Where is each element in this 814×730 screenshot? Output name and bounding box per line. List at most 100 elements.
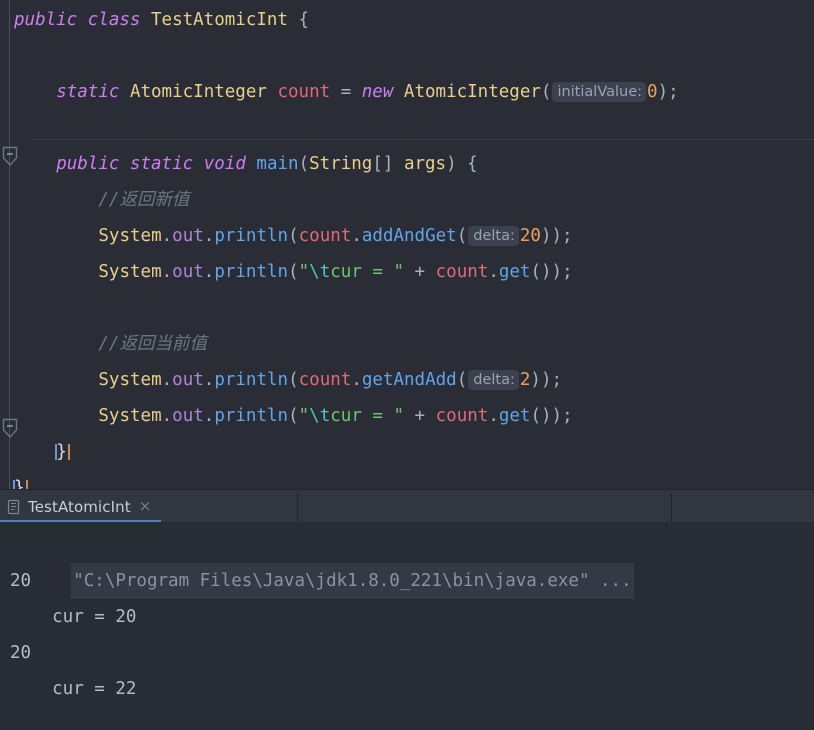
code-token: static (56, 82, 120, 102)
code-token: + (404, 262, 436, 282)
code-token: println (214, 262, 289, 282)
code-token: ); (657, 82, 679, 102)
run-tab-label: TestAtomicInt (28, 497, 131, 516)
code-token: . (488, 406, 499, 426)
code-token: . (351, 370, 362, 390)
code-token: ()); (530, 262, 573, 282)
code-line: System.out.println(count.addAndGet(delta… (98, 218, 573, 254)
close-icon[interactable]: × (139, 499, 152, 514)
console-output-line: cur = 22 (10, 679, 137, 699)
code-token: get (498, 262, 531, 282)
code-token: + (404, 406, 436, 426)
code-token: AtomicInteger (403, 82, 541, 102)
tabbar-divider-1 (297, 493, 298, 523)
code-token: count (298, 370, 352, 390)
code-token: println (214, 226, 289, 246)
console-output-line: 20 (10, 571, 32, 591)
code-token: " (298, 262, 310, 282)
code-token: args (403, 154, 447, 174)
code-line: public static void main(String[] args) { (56, 146, 478, 182)
code-token: [] (372, 154, 404, 174)
code-token: count (435, 262, 489, 282)
code-line: public class TestAtomicInt { (14, 2, 309, 38)
code-token: AtomicInteger (129, 82, 267, 102)
code-token: getAndAdd (361, 370, 457, 390)
code-token: \t (309, 262, 331, 282)
code-token: . (203, 370, 215, 390)
parameter-hint-badge: delta: (468, 226, 519, 246)
code-token: 2 (519, 370, 531, 390)
run-tab-testatomicint[interactable]: TestAtomicInt × (0, 490, 162, 523)
code-token: )); (540, 226, 573, 246)
code-token: public (56, 154, 120, 174)
code-token: String (309, 154, 373, 174)
code-token: ()); (530, 406, 573, 426)
code-token: count (435, 406, 489, 426)
code-token: 20 (519, 226, 541, 246)
code-line: } (56, 434, 67, 470)
code-line: System.out.println("\tcur = " + count.ge… (98, 398, 572, 434)
console-output-line: 20 (10, 643, 32, 663)
code-token: " (298, 406, 310, 426)
code-token: out (172, 406, 204, 426)
code-token: public (14, 10, 78, 30)
code-token: \t (309, 406, 331, 426)
code-token: System (98, 406, 162, 426)
code-token: static (129, 154, 194, 174)
code-token: count (298, 226, 352, 246)
console-command-line: "C:\Program Files\Java\jdk1.8.0_221\bin\… (8, 527, 634, 599)
code-token: ( (288, 226, 299, 246)
code-line: //返回新值 (98, 182, 189, 218)
matched-brace: } (14, 478, 25, 489)
code-token: ( (456, 226, 468, 246)
code-line: System.out.println(count.getAndAdd(delta… (98, 362, 562, 398)
code-token: System (98, 226, 162, 246)
parameter-hint-badge: initialValue: (552, 82, 647, 102)
code-token: { (287, 10, 310, 30)
code-line: System.out.println("\tcur = " + count.ge… (98, 254, 572, 290)
code-token: . (203, 262, 215, 282)
ide-window: public class TestAtomicInt { static Atomi… (0, 0, 814, 730)
code-token: main (256, 154, 299, 174)
code-token: ( (540, 82, 552, 102)
code-token: ( (298, 154, 310, 174)
code-token: out (172, 262, 204, 282)
matched-brace: } (56, 442, 67, 462)
code-token: addAndGet (361, 226, 457, 246)
code-token: get (498, 406, 531, 426)
code-editor[interactable]: public class TestAtomicInt { static Atomi… (0, 0, 814, 489)
code-token: cur = " (330, 262, 405, 282)
console-output-panel[interactable]: "C:\Program Files\Java\jdk1.8.0_221\bin\… (0, 522, 814, 730)
code-token: ( (288, 406, 299, 426)
code-token: 0 (647, 82, 658, 102)
run-configuration-icon (6, 499, 22, 515)
code-token: System (98, 370, 162, 390)
console-command-text: "C:\Program Files\Java\jdk1.8.0_221\bin\… (71, 563, 634, 599)
code-token: . (161, 406, 173, 426)
code-token: . (488, 262, 499, 282)
code-token: println (214, 370, 289, 390)
code-token: . (161, 262, 173, 282)
code-token: System (98, 262, 162, 282)
code-token: . (203, 226, 215, 246)
code-token: . (203, 406, 215, 426)
code-token: class (87, 10, 141, 30)
run-tool-tabbar[interactable]: TestAtomicInt × (0, 489, 814, 523)
code-text-area[interactable]: public class TestAtomicInt { static Atomi… (0, 0, 814, 489)
code-token: . (161, 370, 173, 390)
code-token: out (172, 226, 204, 246)
code-token: . (161, 226, 173, 246)
code-token: ( (288, 262, 299, 282)
tabbar-divider-2 (671, 493, 672, 523)
code-token: ) { (446, 154, 478, 174)
code-line: static AtomicInteger count = new AtomicI… (56, 74, 679, 110)
code-token: ( (456, 370, 468, 390)
parameter-hint-badge: delta: (468, 370, 519, 390)
